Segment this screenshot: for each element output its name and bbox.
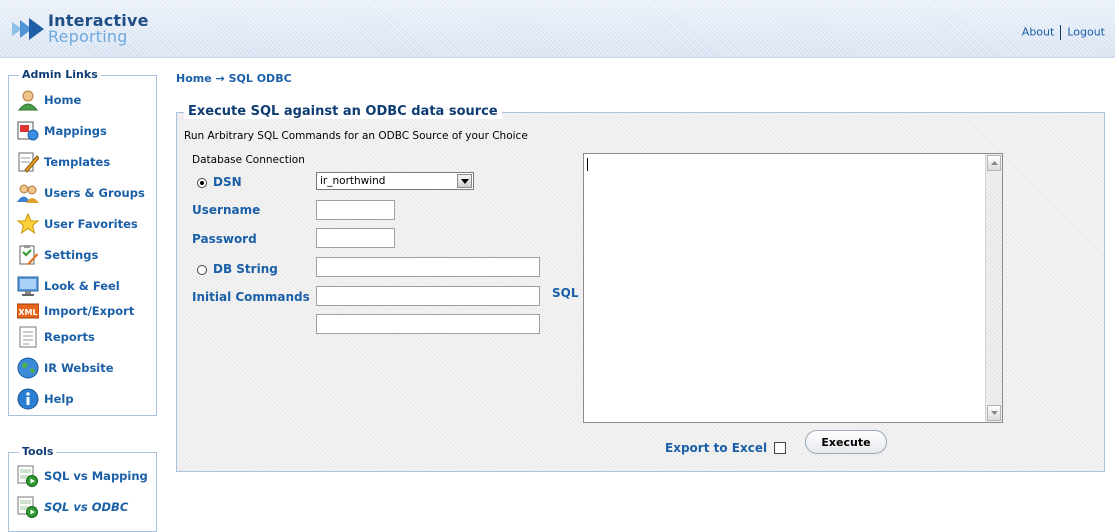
export-excel-checkbox[interactable] [774, 442, 786, 454]
password-label: Password [192, 232, 257, 246]
sql-scrollbar[interactable] [985, 154, 1002, 422]
link-divider [1060, 25, 1062, 40]
sidebar-item-label: Home [44, 93, 82, 107]
header-bar: Interactive Reporting About Logout [0, 0, 1115, 58]
top-links: About Logout [1022, 25, 1105, 40]
sidebar-item-label: Import/Export [44, 304, 135, 318]
templates-icon [17, 151, 39, 173]
sidebar-item-help[interactable]: Help [17, 387, 157, 411]
db-string-label: DB String [213, 262, 278, 276]
username-field[interactable] [316, 200, 395, 220]
star-icon [17, 213, 39, 235]
app-logo[interactable]: Interactive Reporting [12, 10, 162, 46]
sidebar-item-home[interactable]: Home [17, 88, 157, 112]
page-title: Execute SQL against an ODBC data source [184, 104, 502, 119]
sidebar-item-label: IR Website [44, 361, 114, 375]
sql-label: SQL [552, 286, 579, 300]
sidebar-item-users-groups[interactable]: Users & Groups [17, 181, 157, 205]
db-connection-label: Database Connection [192, 154, 305, 166]
sidebar-item-label: User Favorites [44, 217, 138, 231]
sidebar-item-mappings[interactable]: Mappings [17, 119, 157, 143]
db-string-field[interactable] [316, 257, 540, 277]
sidebar-item-label: Mappings [44, 124, 107, 138]
tools-panel: Tools SQL vs Mapping SQL vs ODBC [8, 445, 157, 532]
sidebar-item-label: Settings [44, 248, 99, 262]
tool-item-label: SQL vs Mapping [44, 469, 148, 483]
monitor-icon [17, 275, 39, 297]
sidebar-item-label: Templates [44, 155, 111, 169]
dsn-radio[interactable] [197, 178, 207, 188]
sidebar-item-reports[interactable]: Reports [17, 325, 157, 349]
sidebar-item-label: Help [44, 392, 74, 406]
initial-commands-label: Initial Commands [192, 290, 310, 304]
execute-button[interactable]: Execute [805, 430, 887, 454]
sql-textarea[interactable] [583, 153, 1003, 423]
scroll-up-icon[interactable] [987, 155, 1001, 171]
dsn-select[interactable]: ir_northwind [316, 172, 474, 190]
initial-commands-field[interactable] [316, 286, 540, 306]
username-label: Username [192, 203, 261, 217]
xml-icon: XML [17, 300, 39, 322]
info-icon [17, 388, 39, 410]
sidebar-item-ir-website[interactable]: IR Website [17, 356, 157, 380]
initial-commands-field-2[interactable] [316, 314, 540, 334]
user-icon [17, 89, 39, 111]
dsn-label: DSN [213, 175, 242, 189]
sidebar-item-settings[interactable]: Settings [17, 243, 157, 267]
sidebar-item-label: Users & Groups [44, 186, 145, 200]
sidebar-item-user-favorites[interactable]: User Favorites [17, 212, 157, 236]
export-excel-label: Export to Excel [665, 441, 768, 455]
sql-tool-icon [17, 465, 39, 487]
report-icon [17, 326, 39, 348]
dsn-select-value: ir_northwind [320, 175, 386, 187]
svg-text:XML: XML [18, 308, 37, 317]
scroll-down-icon[interactable] [987, 405, 1001, 421]
breadcrumb-current: SQL ODBC [228, 72, 292, 85]
globe-icon [17, 357, 39, 379]
logout-link[interactable]: Logout [1067, 26, 1105, 39]
tool-item-sql-vs-mapping[interactable]: SQL vs Mapping [17, 464, 157, 488]
tool-item-label: SQL vs ODBC [44, 500, 129, 514]
panel-subtitle: Run Arbitrary SQL Commands for an ODBC S… [184, 130, 528, 142]
breadcrumb: Home → SQL ODBC [176, 72, 292, 85]
tool-item-sql-vs-odbc[interactable]: SQL vs ODBC [17, 495, 157, 519]
sidebar-item-import-export[interactable]: XML Import/Export [17, 299, 157, 323]
settings-icon [17, 244, 39, 266]
sql-tool-icon [17, 496, 39, 518]
about-link[interactable]: About [1022, 26, 1055, 39]
sidebar-item-look-feel[interactable]: Look & Feel [17, 274, 157, 298]
breadcrumb-arrow-icon: → [215, 72, 225, 85]
sidebar-item-label: Reports [44, 330, 95, 344]
users-groups-icon [17, 182, 39, 204]
admin-links-panel: Admin Links Home Mappings Templates User… [8, 68, 157, 416]
chevron-down-icon[interactable] [457, 174, 472, 188]
sidebar-item-templates[interactable]: Templates [17, 150, 157, 174]
mappings-icon [17, 120, 39, 142]
admin-links-title: Admin Links [19, 68, 101, 81]
tools-title: Tools [19, 445, 57, 458]
sidebar-item-label: Look & Feel [44, 279, 120, 293]
db-string-radio[interactable] [197, 265, 207, 275]
breadcrumb-home[interactable]: Home [176, 72, 212, 85]
password-field[interactable] [316, 228, 395, 248]
logo-text-line2: Reporting [48, 27, 128, 46]
text-caret [587, 158, 588, 171]
logo-arrows-icon [12, 18, 44, 40]
